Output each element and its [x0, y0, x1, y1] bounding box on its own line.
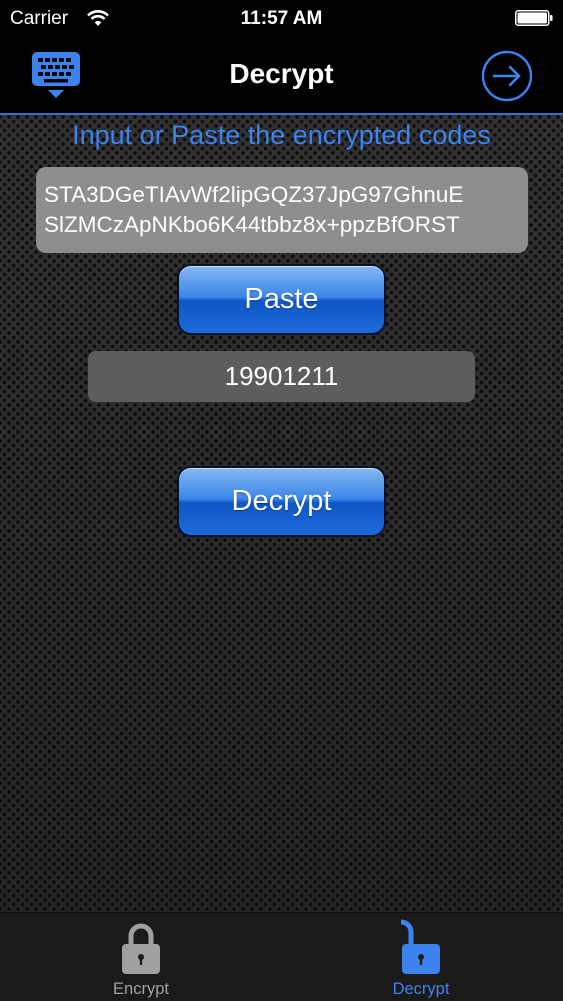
padlock-open-icon [401, 919, 440, 974]
arrow-right-circle-icon[interactable] [479, 50, 535, 102]
paste-button[interactable]: Paste [177, 264, 386, 335]
password-field[interactable]: 19901211 [88, 351, 475, 402]
battery-icon [515, 10, 553, 26]
padlock-closed-icon [122, 923, 160, 974]
instruction-label: Input or Paste the encrypted codes [72, 120, 491, 150]
decrypt-button[interactable]: Decrypt [177, 466, 386, 537]
tab-bar: Encrypt Decrypt [0, 912, 563, 1001]
status-time: 11:57 AM [240, 8, 323, 29]
status-bar: Carrier 11:57 AM [0, 0, 563, 38]
tab-decrypt[interactable]: Decrypt [351, 913, 491, 1001]
tab-label-encrypt: Encrypt [113, 980, 169, 998]
tab-label-decrypt: Decrypt [392, 980, 450, 998]
tab-encrypt[interactable]: Encrypt [71, 913, 211, 1001]
encrypted-codes-field[interactable]: STA3DGeTIAvWf2lipGQZ37JpG97GhnuE SlZMCzA… [36, 167, 528, 253]
nav-bar: Decrypt [0, 38, 563, 115]
